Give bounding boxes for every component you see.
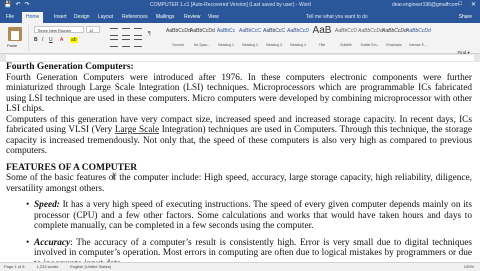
maximize-button[interactable]: □: [458, 1, 462, 8]
paste-icon[interactable]: [8, 27, 22, 41]
style-label: No Spac...: [193, 43, 211, 47]
heading-fourth-generation: Fourth Generation Computers:: [6, 62, 134, 72]
status-right: 100%: [464, 264, 474, 269]
document-page[interactable]: Fourth Generation Computers: Fourth Gene…: [0, 62, 480, 262]
tab-mailings[interactable]: Mailings: [156, 14, 174, 20]
style-intense-emphasis[interactable]: AaBbCcDd Intense E...: [406, 25, 431, 51]
tab-view[interactable]: View: [208, 14, 219, 20]
minimize-button[interactable]: –: [446, 1, 449, 8]
spellcheck-underlined-text: Large Scale: [114, 125, 160, 135]
tab-references[interactable]: References: [122, 14, 148, 20]
style-label: Heading 4: [290, 43, 306, 47]
ruler-track: [6, 55, 474, 61]
page-count[interactable]: Page 1 of 8: [4, 264, 24, 269]
style-sample: AaBbCcDd: [190, 28, 215, 34]
style-sample: AaBbCcC: [263, 28, 285, 34]
style-heading-3[interactable]: AaBbCcC Heading 3: [262, 25, 286, 51]
align-left-icon[interactable]: [110, 39, 118, 47]
speed-text: It has a very high speed of executing in…: [34, 200, 472, 231]
style-normal[interactable]: AaBbCcDd Normal: [166, 25, 191, 51]
font-color-icon[interactable]: A: [60, 37, 63, 43]
style-label: Intense E...: [409, 43, 427, 47]
style-subtitle[interactable]: AaBbCcD Subtitle: [334, 25, 358, 51]
style-sample: AaBbCcC: [239, 28, 261, 34]
font-family-select[interactable]: Times New Roman: [34, 26, 84, 33]
save-icon[interactable]: 💾: [4, 1, 11, 8]
style-sample: AaBbCc: [216, 28, 236, 34]
accuracy-text: : The accuracy of a computer’s result is…: [34, 237, 472, 263]
style-sample: AaB: [312, 25, 332, 36]
indent-icon[interactable]: [134, 28, 142, 36]
window-controls: – □ ✕: [446, 1, 476, 8]
italic-button[interactable]: I: [42, 37, 43, 43]
bullet-icon: •: [26, 200, 30, 210]
numbering-icon[interactable]: [122, 28, 130, 36]
style-label: Heading 2: [242, 43, 258, 47]
style-no-spacing[interactable]: AaBbCcDd No Spac...: [190, 25, 215, 51]
horizontal-ruler[interactable]: [0, 54, 480, 62]
style-label: Normal: [172, 43, 184, 47]
tab-design[interactable]: Design: [74, 14, 90, 20]
style-heading-1[interactable]: AaBbCc Heading 1: [214, 25, 238, 51]
bullets-icon[interactable]: [110, 28, 118, 36]
tab-file[interactable]: File: [6, 14, 14, 20]
tab-insert[interactable]: Insert: [54, 14, 67, 20]
pilcrow-icon[interactable]: ¶: [148, 31, 151, 37]
style-label: Heading 3: [266, 43, 282, 47]
paste-label: Paste: [7, 43, 18, 48]
paragraph-vlsi: Computers of this generation have very c…: [6, 115, 472, 157]
style-emphasis[interactable]: AaBbCcDd Emphasis: [382, 25, 407, 51]
speed-label: Speed:: [34, 200, 60, 210]
tab-review[interactable]: Review: [184, 14, 200, 20]
style-label: Subtitle: [340, 43, 352, 47]
clipboard-group: Paste: [2, 25, 29, 51]
zoom-level[interactable]: 100%: [464, 264, 474, 269]
style-label: Subtle Em...: [360, 43, 380, 47]
quick-access-toolbar: 💾 ↶ ↷: [4, 1, 30, 8]
close-button[interactable]: ✕: [471, 1, 476, 8]
style-sample: AaBbCcD: [335, 28, 357, 34]
style-sample: AaBbCcDd: [358, 28, 383, 34]
style-label: Emphasis: [386, 43, 402, 47]
bullet-icon: •: [26, 237, 30, 248]
tell-me-search[interactable]: Tell me what you want to do: [306, 14, 368, 20]
tab-home[interactable]: Home: [22, 12, 44, 23]
window-title: COMPUTER 1.c1 [Auto-Recovered Version] (…: [150, 2, 311, 8]
bold-button[interactable]: B: [34, 37, 38, 43]
underline-button[interactable]: U: [49, 37, 53, 43]
paragraph-fourth-generation: Fourth Generation Computers were introdu…: [6, 72, 472, 115]
text-cursor-icon: I: [112, 171, 115, 181]
highlight-icon[interactable]: ab: [70, 37, 78, 43]
justify-icon[interactable]: [134, 39, 142, 47]
style-subtle-emphasis[interactable]: AaBbCcDd Subtle Em...: [358, 25, 383, 51]
document-body[interactable]: Fourth Generation Computers: Fourth Gene…: [6, 62, 472, 262]
title-bar: 💾 ↶ ↷ COMPUTER 1.c1 [Auto-Recovered Vers…: [0, 0, 480, 12]
style-title[interactable]: AaB Title: [310, 25, 334, 51]
redo-icon[interactable]: ↷: [25, 1, 30, 8]
style-sample: AaBbCcDd: [166, 28, 191, 34]
accuracy-label: Accuracy: [34, 237, 71, 248]
word-count[interactable]: 1,233 words: [36, 264, 58, 269]
list-item-accuracy: • Accuracy: The accuracy of a computer’s …: [6, 238, 472, 263]
style-label: Title: [318, 43, 326, 47]
list-item-speed: • Speed: It has a very high speed of exec…: [6, 200, 472, 232]
style-sample: AaBbCcDd: [382, 28, 407, 34]
style-sample: AaBbCcDd: [406, 28, 431, 34]
undo-icon[interactable]: ↶: [15, 1, 20, 8]
paragraph-features: Some of the basic features of the comput…: [6, 173, 472, 194]
style-sample: AaBbCcD: [287, 28, 309, 34]
ribbon-tabs: File Home Insert Design Layout Reference…: [0, 12, 480, 23]
style-label: Heading 1: [218, 43, 234, 47]
style-heading-4[interactable]: AaBbCcD Heading 4: [286, 25, 310, 51]
language-indicator[interactable]: English (United States): [70, 264, 111, 269]
align-center-icon[interactable]: [122, 39, 130, 47]
status-left: Page 1 of 8 1,233 words English (United …: [4, 264, 111, 269]
style-heading-2[interactable]: AaBbCcC Heading 2: [238, 25, 262, 51]
tab-layout[interactable]: Layout: [98, 14, 113, 20]
font-size-select[interactable]: 12: [86, 26, 100, 33]
heading-features: FEATURES OF A COMPUTER: [6, 162, 138, 173]
share-button[interactable]: Share: [459, 14, 472, 20]
